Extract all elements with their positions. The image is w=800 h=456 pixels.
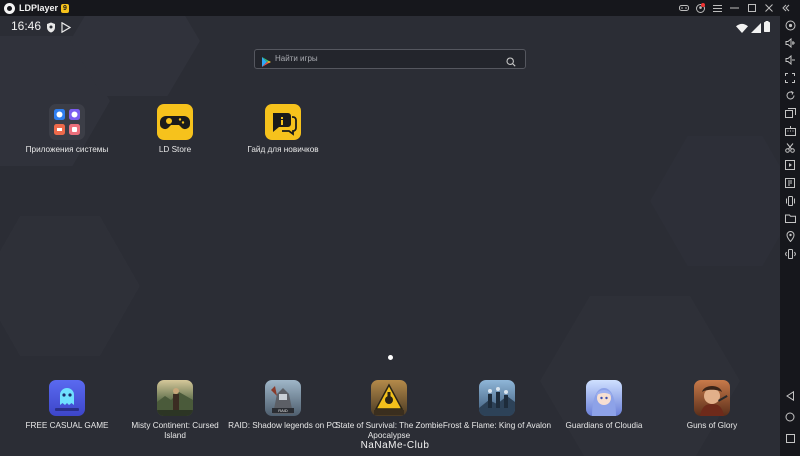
shield-icon — [46, 20, 56, 38]
android-screen: 16:46 Найти игры Приложения системы LD S… — [0, 16, 780, 456]
app-frost-and-flame[interactable]: Frost & Flame: King of Avalon — [442, 380, 552, 431]
volume-down-icon[interactable] — [783, 53, 797, 67]
collapse-sidebar-icon[interactable] — [777, 0, 794, 16]
app-free-casual-game[interactable]: FREE CASUAL GAME — [12, 380, 122, 431]
app-label: Гайд для новичков — [247, 145, 319, 154]
background-hexagon — [650, 136, 780, 266]
app-label: State of Survival: The Zombie Apocalypse — [335, 421, 443, 440]
app-misty-continent[interactable]: Misty Continent: Cursed Island — [120, 380, 230, 441]
notification-dot — [701, 3, 705, 7]
scissors-icon[interactable] — [783, 141, 797, 155]
fullscreen-icon[interactable] — [783, 71, 797, 85]
watermark-text: NaNaMe-Club — [360, 440, 430, 451]
shake-icon[interactable] — [783, 194, 797, 208]
guardians-of-cloudia-icon — [586, 380, 622, 416]
state-of-survival-icon — [371, 380, 407, 416]
keyboard-mapping-icon[interactable] — [783, 124, 797, 138]
app-label: Frost & Flame: King of Avalon — [442, 421, 552, 430]
close-icon[interactable] — [760, 0, 777, 16]
status-bar: 16:46 — [0, 16, 780, 36]
ghost-game-icon — [49, 380, 85, 416]
svg-text:RAID: RAID — [278, 408, 288, 413]
app-raid-shadow-legends[interactable]: RAID RAID: Shadow legends on PC — [228, 380, 338, 431]
minimize-icon[interactable] — [726, 0, 743, 16]
page-indicator-dot[interactable] — [388, 355, 393, 360]
google-play-icon — [262, 54, 271, 72]
account-icon[interactable] — [692, 0, 709, 16]
search-icon[interactable] — [506, 54, 516, 72]
wifi-icon — [736, 20, 748, 38]
guide-chat-icon — [265, 104, 301, 140]
background-hexagon — [0, 216, 140, 356]
ldplayer-logo-icon — [4, 2, 15, 14]
battery-icon — [764, 19, 770, 37]
misty-continent-icon — [157, 380, 193, 416]
home-button-icon[interactable] — [783, 410, 797, 424]
volume-up-icon[interactable] — [783, 36, 797, 50]
clock: 16:46 — [11, 19, 42, 33]
system-apps-folder-icon — [49, 104, 85, 140]
title-bar: LDPlayer 9 — [0, 0, 800, 16]
app-label: Guns of Glory — [686, 421, 738, 430]
back-button-icon[interactable] — [783, 389, 797, 403]
rotate-icon[interactable] — [783, 88, 797, 102]
app-state-of-survival[interactable]: State of Survival: The Zombie Apocalypse — [334, 380, 444, 441]
app-ld-store[interactable]: LD Store — [120, 104, 230, 155]
app-label: Приложения системы — [25, 145, 109, 154]
play-store-status-icon — [61, 20, 72, 38]
app-title: LDPlayer — [19, 3, 59, 13]
app-label: FREE CASUAL GAME — [25, 421, 109, 430]
app-guardians-of-cloudia[interactable]: Guardians of Cloudia — [549, 380, 659, 431]
folder-icon[interactable] — [783, 211, 797, 225]
right-toolbar — [780, 16, 800, 456]
maximize-icon[interactable] — [743, 0, 760, 16]
gamepad-icon[interactable] — [675, 0, 692, 16]
version-badge: 9 — [61, 3, 69, 13]
app-beginner-guide[interactable]: Гайд для новичков — [228, 104, 338, 155]
recent-apps-icon[interactable] — [783, 431, 797, 445]
app-label: LD Store — [158, 145, 192, 154]
app-label: Guardians of Cloudia — [565, 421, 643, 430]
location-icon[interactable] — [783, 229, 797, 243]
background-hexagon — [540, 296, 740, 456]
record-video-icon[interactable] — [783, 158, 797, 172]
app-system-apps[interactable]: Приложения системы — [12, 104, 122, 155]
search-input[interactable]: Найти игры — [254, 49, 526, 69]
raid-shadow-legends-icon: RAID — [265, 380, 301, 416]
search-placeholder: Найти игры — [275, 54, 318, 63]
settings-icon[interactable] — [783, 18, 797, 32]
app-guns-of-glory[interactable]: Guns of Glory — [657, 380, 767, 431]
app-label: Misty Continent: Cursed Island — [131, 421, 219, 440]
window-controls — [675, 0, 794, 16]
operation-recorder-icon[interactable] — [783, 176, 797, 190]
guns-of-glory-icon — [694, 380, 730, 416]
app-label: RAID: Shadow legends on PC — [228, 421, 338, 430]
vibrate-icon[interactable] — [783, 247, 797, 261]
cellular-signal-icon — [751, 20, 761, 38]
frost-and-flame-icon — [479, 380, 515, 416]
multi-instance-icon[interactable] — [783, 106, 797, 120]
gamepad-icon — [157, 104, 193, 140]
menu-icon[interactable] — [709, 0, 726, 16]
